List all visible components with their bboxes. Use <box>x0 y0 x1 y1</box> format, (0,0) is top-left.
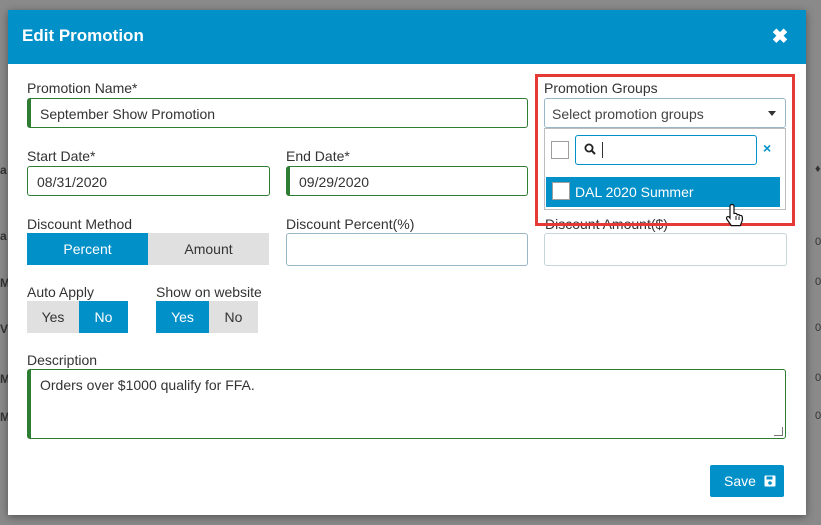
auto-apply-yes-option[interactable]: Yes <box>27 301 79 333</box>
bg-fragment: 0 <box>815 276 821 288</box>
auto-apply-toggle: Yes No <box>27 301 128 333</box>
bg-fragment: a <box>0 163 7 177</box>
show-on-website-yes-option[interactable]: Yes <box>156 301 209 333</box>
show-on-website-label: Show on website <box>156 284 262 300</box>
show-on-website-no-option[interactable]: No <box>209 301 258 333</box>
save-button-label: Save <box>724 473 756 489</box>
modal-title: Edit Promotion <box>22 26 144 45</box>
auto-apply-label: Auto Apply <box>27 284 94 300</box>
start-date-label: Start Date* <box>27 148 96 164</box>
description-textarea[interactable]: Orders over $1000 qualify for FFA. <box>27 369 786 439</box>
bg-fragment: M <box>0 372 10 386</box>
bg-fragment: 0 <box>815 372 821 384</box>
discount-percent-input[interactable] <box>286 233 528 266</box>
end-date-label: End Date* <box>286 148 350 164</box>
hand-pointer-icon <box>725 203 743 227</box>
edit-promotion-modal: Edit Promotion ✖ Promotion Name* Septemb… <box>8 10 806 515</box>
discount-percent-label: Discount Percent(%) <box>286 216 415 232</box>
resize-grip-icon[interactable] <box>774 427 783 436</box>
bg-fragment: M <box>0 276 10 290</box>
modal-header: Edit Promotion ✖ <box>8 10 806 64</box>
end-date-input[interactable]: 09/29/2020 <box>286 166 528 196</box>
highlight-annotation <box>535 74 795 226</box>
bg-fragment: 0 <box>815 236 821 248</box>
promotion-name-label: Promotion Name* <box>27 80 138 96</box>
floppy-disk-icon <box>764 475 776 487</box>
bg-fragment: 0 <box>815 322 821 334</box>
description-label: Description <box>27 352 98 368</box>
discount-method-label: Discount Method <box>27 216 133 232</box>
discount-method-toggle: Percent Amount <box>27 233 269 265</box>
bg-fragment: V <box>0 322 9 336</box>
bg-fragment: a <box>0 229 7 243</box>
bg-fragment: ♦ <box>815 163 821 175</box>
description-text: Orders over $1000 qualify for FFA. <box>40 377 255 393</box>
discount-method-amount-option[interactable]: Amount <box>148 233 269 265</box>
promotion-name-input[interactable]: September Show Promotion <box>27 98 528 128</box>
bg-fragment: 0 <box>815 410 821 422</box>
discount-amount-input[interactable] <box>544 233 787 266</box>
close-icon[interactable]: ✖ <box>770 24 790 48</box>
auto-apply-no-option[interactable]: No <box>79 301 128 333</box>
bg-fragment: M <box>0 410 10 424</box>
start-date-input[interactable]: 08/31/2020 <box>27 166 270 196</box>
show-on-website-toggle: Yes No <box>156 301 258 333</box>
discount-method-percent-option[interactable]: Percent <box>27 233 148 265</box>
save-button[interactable]: Save <box>710 465 784 497</box>
